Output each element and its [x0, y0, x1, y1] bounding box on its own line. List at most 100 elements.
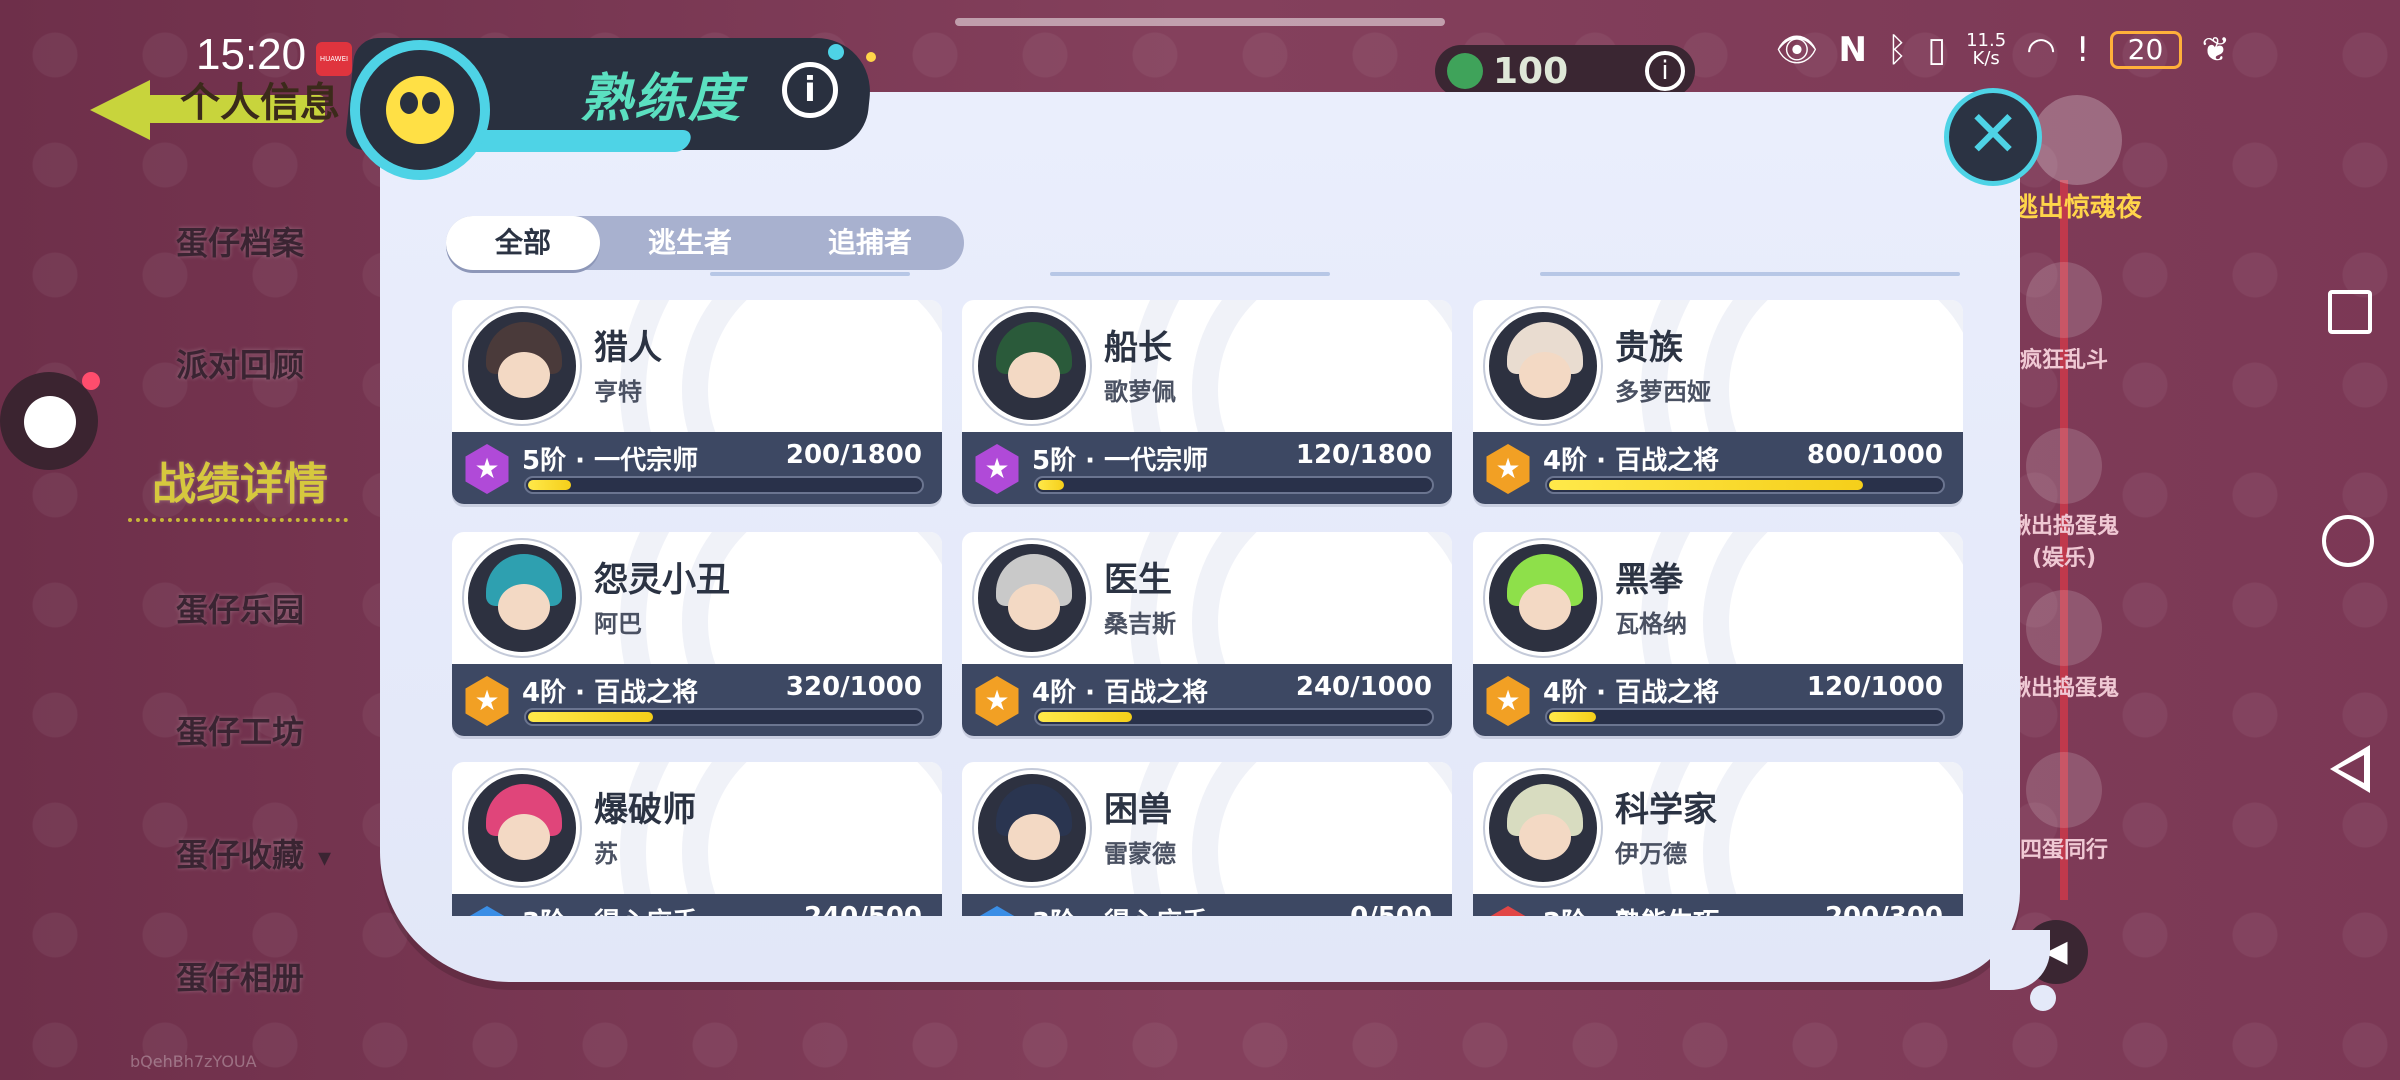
character-card[interactable]: 爆破师苏3阶 · 得心应手240/500★: [452, 762, 942, 916]
character-card[interactable]: 黑拳 瓦格纳 4阶 · 百战之将 120/1000 ★: [1473, 532, 1963, 736]
proficiency-bar: 4阶 · 百战之将 800/1000: [1473, 432, 1963, 504]
tab-hunter[interactable]: 追捕者: [780, 216, 960, 270]
active-menu-underline: [128, 518, 348, 522]
header-accent: [465, 130, 695, 152]
character-card[interactable]: 船长 歌萝佩 5阶 · 一代宗师 120/1800 ★: [962, 300, 1452, 504]
egg-eye-right: [422, 92, 440, 114]
panel-title: 熟练度: [580, 69, 743, 129]
card-swirl-decor: [1703, 762, 1963, 916]
mode-icon: [2026, 428, 2102, 504]
mode-label: 揪出捣蛋鬼(娱乐): [2008, 514, 2119, 571]
back-button[interactable]: 个人信息: [90, 50, 350, 140]
character-subname: 桑吉斯: [1104, 610, 1176, 638]
chevron-down-icon[interactable]: ▾: [318, 843, 331, 873]
watermark: bQehBh7zYOUA: [130, 1052, 257, 1071]
currency-display: 100 i: [1435, 45, 1695, 97]
mode-label: 四蛋同行: [2019, 838, 2108, 863]
progress-fill: [1038, 712, 1132, 722]
character-avatar: [974, 308, 1090, 424]
progress-track: [524, 476, 924, 494]
character-name: 困兽: [1104, 790, 1172, 830]
character-subname: 瓦格纳: [1615, 610, 1687, 638]
progress-track: [1545, 476, 1945, 494]
progress-text: 200/1800: [785, 440, 922, 470]
decor-dot: [828, 44, 844, 60]
rank-label: 4阶 · 百战之将: [1543, 678, 1720, 708]
character-name: 爆破师: [594, 790, 696, 830]
character-subname: 歌萝佩: [1104, 378, 1176, 406]
tab-survivor[interactable]: 逃生者: [600, 216, 780, 270]
notification-dot: [82, 372, 100, 390]
rank-label: 3阶 · 得心应手: [522, 902, 698, 916]
character-name: 黑拳: [1615, 560, 1683, 600]
back-key[interactable]: [2330, 745, 2370, 793]
mode-item[interactable]: 四蛋同行: [2004, 752, 2124, 864]
mode-item[interactable]: 揪出捣蛋鬼(娱乐): [2004, 428, 2124, 572]
tab-all[interactable]: 全部: [446, 216, 600, 270]
character-card[interactable]: 猎人 亨特 5阶 · 一代宗师 200/1800 ★: [452, 300, 942, 504]
info-icon[interactable]: i: [782, 62, 838, 118]
home-key[interactable]: [2322, 515, 2374, 567]
leaf-icon: ❦: [2201, 30, 2231, 70]
avatar-face: [498, 352, 550, 398]
menu-item[interactable]: 蛋仔档案: [120, 218, 360, 264]
nfc-icon: N: [1838, 30, 1867, 70]
proficiency-bar: 4阶 · 百战之将 120/1000: [1473, 664, 1963, 736]
progress-fill: [528, 712, 653, 722]
character-name: 医生: [1104, 560, 1172, 600]
progress-text: 240/1000: [1295, 672, 1432, 702]
wifi-icon: ◠: [2026, 30, 2056, 70]
mode-item[interactable]: 揪出捣蛋鬼: [2004, 590, 2124, 702]
character-card[interactable]: 医生 桑吉斯 4阶 · 百战之将 240/1000 ★: [962, 532, 1452, 736]
progress-text: 120/1000: [1806, 672, 1943, 702]
rank-label: 4阶 · 百战之将: [1543, 446, 1720, 476]
progress-track: [1545, 708, 1945, 726]
character-subname: 阿巴: [594, 610, 642, 638]
character-subname: 多萝西娅: [1615, 378, 1711, 406]
avatar-face: [498, 814, 550, 860]
character-subname: 苏: [594, 840, 618, 868]
menu-item[interactable]: 蛋仔相册: [120, 953, 360, 999]
panel-tail-dot: [2030, 985, 2056, 1011]
menu-item[interactable]: 战绩详情: [120, 448, 360, 512]
menu-item[interactable]: 派对回顾: [120, 340, 360, 386]
currency-info-icon[interactable]: i: [1645, 51, 1685, 91]
character-card[interactable]: 贵族 多萝西娅 4阶 · 百战之将 800/1000 ★: [1473, 300, 1963, 504]
character-name: 猎人: [594, 328, 662, 368]
avatar-face: [1519, 814, 1571, 860]
character-avatar: [974, 540, 1090, 656]
eye-icon: 👁: [1775, 30, 1819, 70]
star-icon: ★: [474, 452, 500, 485]
star-icon: ★: [474, 684, 500, 717]
proficiency-bar: 5阶 · 一代宗师 120/1800: [962, 432, 1452, 504]
character-avatar: [464, 540, 580, 656]
alert-icon: !: [2075, 30, 2090, 70]
character-avatar: [1485, 770, 1601, 886]
float-ball-inner: [24, 396, 76, 448]
progress-fill: [1549, 712, 1596, 722]
character-card[interactable]: 科学家伊万德2阶 · 熟能生巧200/300★: [1473, 762, 1963, 916]
rank-label: 4阶 · 百战之将: [522, 678, 699, 708]
close-button[interactable]: ✕: [1944, 88, 2042, 186]
mode-heart-icon: [2032, 95, 2122, 185]
progress-text: 120/1800: [1295, 440, 1432, 470]
floating-assist-button[interactable]: [0, 372, 100, 470]
status-icons: 👁 N ᛒ ▯ 11.5 K/s ◠ ! 20 ❦: [1775, 30, 2230, 70]
mode-icon: [2026, 262, 2102, 338]
avatar-face: [498, 584, 550, 630]
proficiency-bar: 3阶 · 得心应手 0/500: [962, 894, 1452, 916]
progress-text: 200/300: [1825, 902, 1943, 916]
menu-item[interactable]: 蛋仔工坊: [120, 707, 360, 753]
mode-top-label: 逃出惊魂夜: [2012, 193, 2143, 223]
character-grid: 猎人 亨特 5阶 · 一代宗师 200/1800 ★ 船长 歌萝佩 5阶 · 一代宗师 120/…: [440, 270, 1980, 916]
character-avatar: [1485, 540, 1601, 656]
character-avatar: [464, 770, 580, 886]
rank-label: 2阶 · 熟能生巧: [1543, 902, 1719, 916]
menu-item[interactable]: 蛋仔乐园: [120, 585, 360, 631]
recents-key[interactable]: [2328, 290, 2372, 334]
character-card[interactable]: 怨灵小丑 阿巴 4阶 · 百战之将 320/1000 ★: [452, 532, 942, 736]
character-card[interactable]: 困兽雷蒙德3阶 · 得心应手0/500★: [962, 762, 1452, 916]
mode-item[interactable]: 疯狂乱斗: [2004, 262, 2124, 374]
character-name: 怨灵小丑: [594, 560, 730, 600]
egg-eye-left: [400, 92, 418, 114]
